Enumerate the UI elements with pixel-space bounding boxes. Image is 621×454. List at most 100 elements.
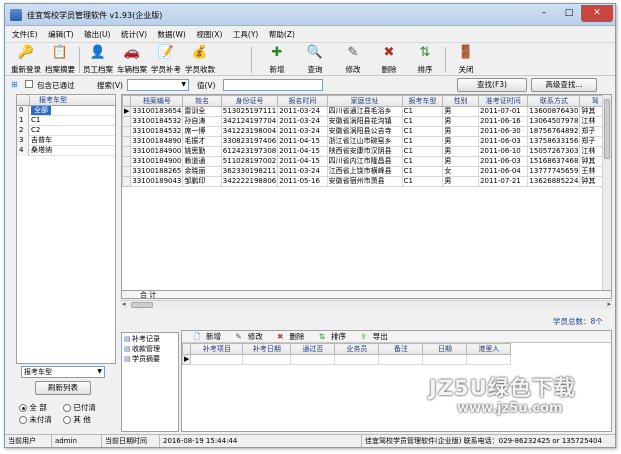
column-header[interactable]: 港里人 xyxy=(466,343,512,355)
radio-other[interactable]: 其 他 xyxy=(63,414,91,425)
staff-record-button[interactable]: 👤 员工档案 xyxy=(81,44,115,76)
radio-other-dot xyxy=(63,416,71,424)
table-row[interactable]: 33100184532 席一博 341223198004 2011-03-24 安徽省涡… xyxy=(122,126,611,137)
search-bar: ⊞ 包含已通过 搜索(V) ▼ 值(V) 查找(F3) 高级查找... xyxy=(5,77,615,93)
search-value-input[interactable] xyxy=(223,79,323,91)
column-header[interactable]: 报名时间 xyxy=(277,95,328,107)
vehicle-type-list: 报考车型 0 全部 1 C1 2 C2 3 吉普车 4 桑塔纳 xyxy=(16,94,116,364)
scroll-left-icon[interactable]: ◂ xyxy=(122,300,126,308)
close-record-button[interactable]: 🚪 关闭 xyxy=(451,44,481,76)
table-row[interactable]: ▶ xyxy=(182,354,512,365)
sort-icon: ⇅ xyxy=(318,332,326,341)
include-passed-label: 包含已通过 xyxy=(37,81,75,90)
menu-help[interactable]: 帮助(Z) xyxy=(265,27,299,40)
toolbar-separator xyxy=(251,47,252,73)
column-header[interactable]: 补考项目 xyxy=(190,343,244,355)
detail-add-button[interactable]: 🗋 新增 xyxy=(188,332,221,341)
menu-stats[interactable]: 统计(V) xyxy=(117,27,151,40)
column-header[interactable]: 姓名 xyxy=(182,95,222,107)
column-header[interactable]: 报考车型 xyxy=(401,95,444,107)
retest-grid: 补考项目 补考日期 通过否 业务员 备注 日期 港里人 ▶ xyxy=(182,343,512,365)
scroll-right-icon[interactable]: ▸ xyxy=(607,300,611,308)
table-row[interactable]: 33100189043 邹鹏印 342222198806 2011-05-16 安徽省宿… xyxy=(122,176,611,187)
archive-summary-icon: 📋 xyxy=(51,45,69,60)
record-nav-list: ▤补考记录 ▤收款管理 ▤学员摘要 xyxy=(121,332,179,432)
archive-summary-button[interactable]: 📋 档案摘要 xyxy=(43,44,77,76)
menu-view[interactable]: 视图(X) xyxy=(192,27,226,40)
table-horizontal-scrollbar[interactable]: ◂ ▸ xyxy=(121,300,612,309)
detail-edit-button[interactable]: ✎ 修改 xyxy=(229,332,262,341)
detail-delete-button[interactable]: ✖ 删除 xyxy=(271,332,304,341)
column-header[interactable]: 日期 xyxy=(422,343,468,355)
nav-retest-records[interactable]: ▤补考记录 xyxy=(122,335,178,345)
search-bar-icon: ⊞ xyxy=(11,80,18,89)
vehicle-record-button[interactable]: 🚗 车辆档案 xyxy=(115,44,149,76)
nav-student-summary[interactable]: ▤学员摘要 xyxy=(122,355,178,365)
toolbar-separator xyxy=(79,47,80,73)
value-label: 值(V) xyxy=(197,81,216,90)
menu-bar: 文件(E) 编辑(T) 输出(U) 统计(V) 数据(W) 视图(X) 工具(Y… xyxy=(5,27,615,42)
edit-button[interactable]: ✎ 修改 xyxy=(339,44,367,76)
table-row[interactable]: 33100184900 姚思勤 612423197308 2011-04-15 陕西省安… xyxy=(122,146,611,157)
column-header[interactable]: 通过否 xyxy=(290,343,336,355)
detail-export-button[interactable]: ⇪ 导出 xyxy=(354,332,387,341)
menu-edit[interactable]: 编辑(T) xyxy=(44,27,77,40)
menu-file[interactable]: 文件(E) xyxy=(8,27,42,40)
document-icon: ▤ xyxy=(124,345,131,353)
include-passed-checkbox[interactable] xyxy=(25,80,33,88)
chevron-down-icon: ▼ xyxy=(97,368,102,375)
vehicle-type-row[interactable]: 0 全部 xyxy=(17,106,115,116)
advanced-search-button[interactable]: 高级查找... xyxy=(531,78,597,92)
vehicle-type-row[interactable]: 2 C2 xyxy=(17,126,115,136)
radio-paid[interactable]: 已付清 xyxy=(63,402,96,413)
minimize-button[interactable]: – xyxy=(531,5,557,22)
table-row[interactable]: ▶ 33100183654 雷训全 513025197111 2011-03-24 四川省… xyxy=(122,106,611,117)
refresh-list-button[interactable]: 刷新列表 xyxy=(35,381,91,395)
delete-icon: ✖ xyxy=(383,45,395,60)
table-row[interactable]: 33100188265 余晓丽 362330198211 2011-03-24 江西省上… xyxy=(122,166,611,177)
column-header[interactable]: 家庭住址 xyxy=(326,95,403,107)
query-button[interactable]: 🔍 查询 xyxy=(301,44,329,76)
menu-output[interactable]: 输出(U) xyxy=(80,27,114,40)
column-header[interactable]: 准考证时间 xyxy=(478,95,529,107)
search-button[interactable]: 查找(F3) xyxy=(457,78,527,92)
close-button[interactable]: ✕ xyxy=(581,5,613,22)
sort-icon: ⇅ xyxy=(419,45,431,60)
toolbar-separator xyxy=(445,47,446,73)
vehicle-type-row[interactable]: 1 C1 xyxy=(17,116,115,126)
current-row-indicator: ▶ xyxy=(182,354,192,365)
column-header[interactable]: 档案编号 xyxy=(130,95,184,107)
column-header[interactable]: 备注 xyxy=(378,343,424,355)
column-header[interactable]: 性别 xyxy=(442,95,480,107)
payment-button[interactable]: 💰 学员收款 xyxy=(183,44,217,76)
column-header[interactable]: 身份证号 xyxy=(220,95,279,107)
column-header[interactable]: 业务员 xyxy=(334,343,380,355)
nav-payment-management[interactable]: ▤收款管理 xyxy=(122,345,178,355)
radio-all-dot xyxy=(19,404,27,412)
app-icon xyxy=(10,9,22,21)
scroll-thumb[interactable] xyxy=(604,99,610,159)
column-header[interactable]: 补考日期 xyxy=(242,343,292,355)
student-total: 学员总数：8个 xyxy=(553,317,603,326)
radio-unpaid[interactable]: 未付清 xyxy=(19,414,52,425)
table-vertical-scrollbar[interactable] xyxy=(602,95,611,290)
scroll-thumb[interactable] xyxy=(131,302,153,308)
menu-tools[interactable]: 工具(Y) xyxy=(229,27,262,40)
add-button[interactable]: ✚ 新增 xyxy=(263,44,291,76)
vehicle-type-row[interactable]: 3 吉普车 xyxy=(17,136,115,146)
table-row[interactable]: 33100184900 赖道通 511028197002 2011-04-15 四川省内… xyxy=(122,156,611,167)
relogin-button[interactable]: 🔑 重新登录 xyxy=(9,44,43,76)
sort-button[interactable]: ⇅ 排序 xyxy=(411,44,439,76)
table-row[interactable]: 33100184890 毛振才 330823197406 2011-04-15 浙江省江… xyxy=(122,136,611,147)
retest-button[interactable]: 📝 学员补考 xyxy=(149,44,183,76)
menu-data[interactable]: 数据(W) xyxy=(154,27,190,40)
detail-sort-button[interactable]: ⇅ 排序 xyxy=(313,332,346,341)
table-row[interactable]: 33100184532 孙自涛 342124197704 2011-03-24 安徽省涡… xyxy=(122,116,611,127)
filter-select[interactable]: 报考车型 ▼ xyxy=(21,366,105,378)
search-field-select[interactable]: ▼ xyxy=(127,79,189,91)
delete-button[interactable]: ✖ 删除 xyxy=(375,44,403,76)
column-header[interactable]: 联系方式 xyxy=(527,95,581,107)
maximize-button[interactable]: □ xyxy=(557,5,581,22)
vehicle-type-row[interactable]: 4 桑塔纳 xyxy=(17,146,115,156)
radio-all[interactable]: 全 部 xyxy=(19,402,47,413)
